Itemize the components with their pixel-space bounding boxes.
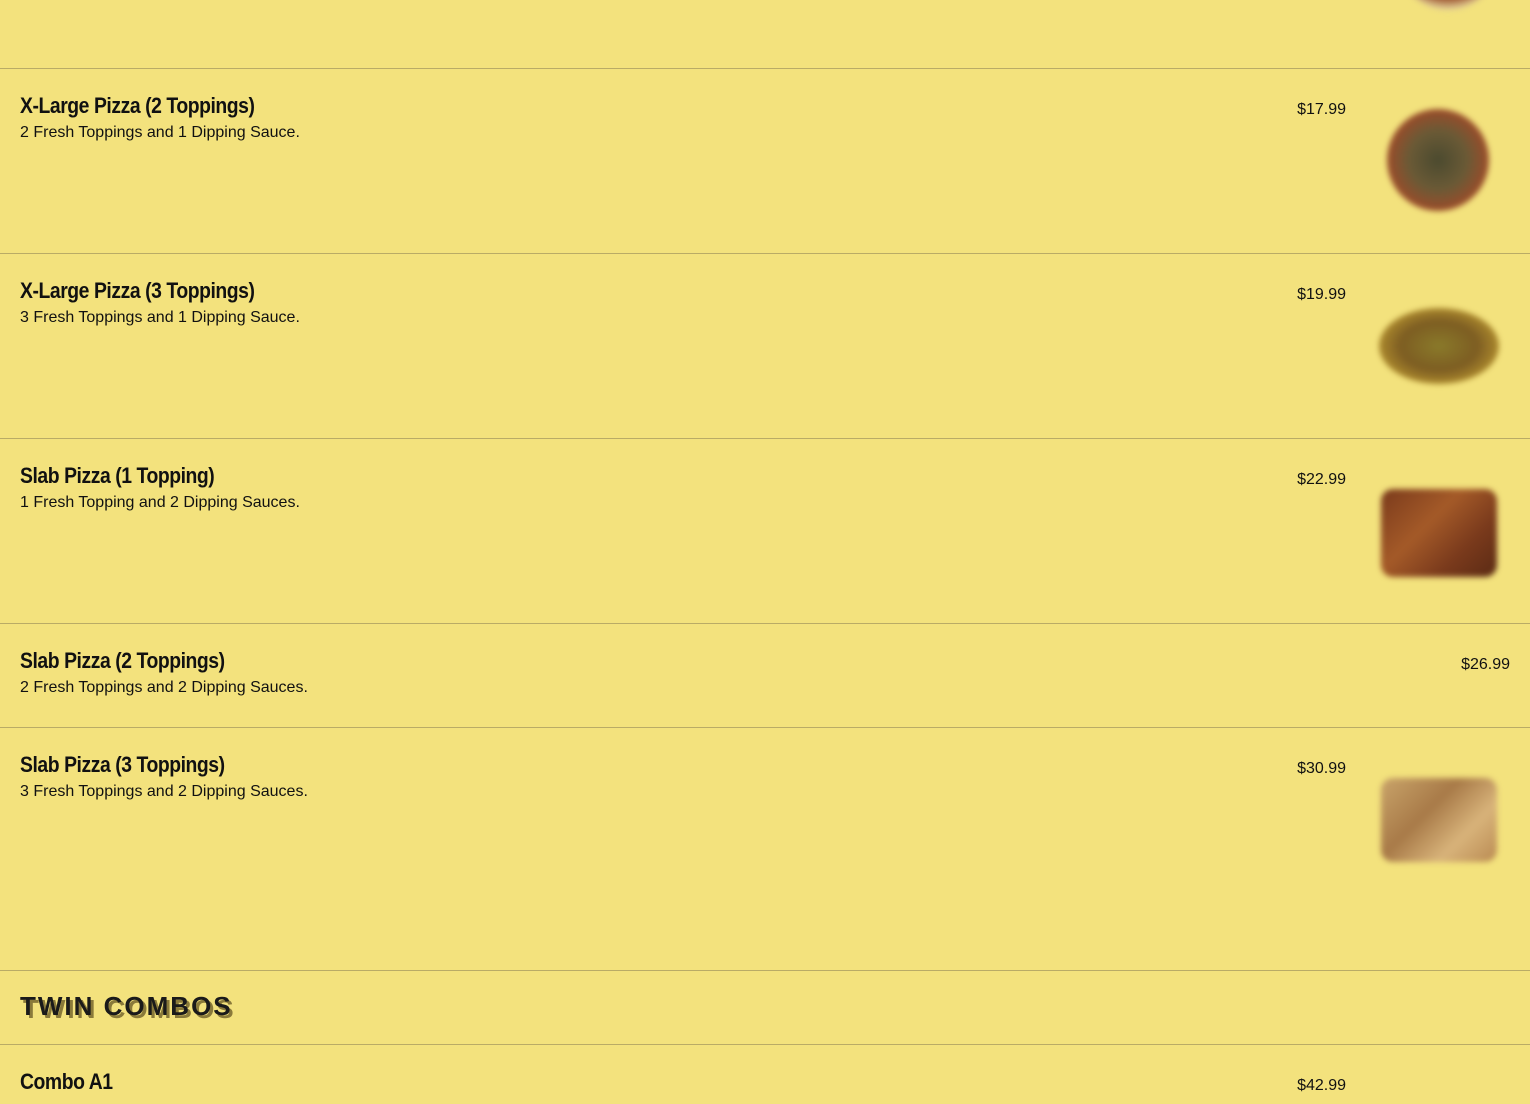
pizza-photo-partial [1373, 0, 1503, 10]
item-description: 2 Fresh Toppings and 2 Dipping Sauces. [20, 679, 308, 696]
item-price: $30.99 [1297, 760, 1346, 777]
round-pizza-photo [1373, 280, 1503, 410]
list-item[interactable]: Slab Pizza (3 Toppings) 3 Fresh Toppings… [0, 727, 1530, 970]
list-item[interactable]: X-Large Pizza (2 Toppings) 2 Fresh Toppi… [0, 68, 1530, 253]
slab-pizza-photo [1373, 754, 1503, 884]
item-title: X-Large Pizza (3 Toppings) [20, 278, 255, 303]
item-title: Combo A1 [20, 1069, 113, 1094]
item-title: Slab Pizza (2 Toppings) [20, 648, 225, 673]
item-description: 3 Fresh Toppings and 1 Dipping Sauce. [20, 309, 300, 326]
list-item[interactable]: Slab Pizza (2 Toppings) 2 Fresh Toppings… [0, 623, 1530, 727]
item-description: 2 Fresh Toppings and 1 Dipping Sauce. [20, 124, 300, 141]
section-header: TWIN COMBOS [0, 970, 1530, 1044]
slab-pizza-photo [1373, 465, 1503, 595]
item-description: 1 Fresh Topping and 2 Dipping Sauces. [20, 494, 300, 511]
item-description: 3 Fresh Toppings and 2 Dipping Sauces. [20, 783, 308, 800]
list-item[interactable]: Slab Pizza (1 Topping) 1 Fresh Topping a… [0, 438, 1530, 623]
item-price: $19.99 [1297, 286, 1346, 303]
item-price: $26.99 [1461, 656, 1510, 673]
round-pizza-photo [1373, 95, 1503, 225]
section-title: TWIN COMBOS [20, 991, 233, 1021]
list-item[interactable]: Combo A1 $42.99 [0, 1044, 1530, 1104]
item-price: $17.99 [1297, 101, 1346, 118]
item-price: $42.99 [1297, 1077, 1346, 1094]
item-title: Slab Pizza (3 Toppings) [20, 752, 225, 777]
item-title: X-Large Pizza (2 Toppings) [20, 93, 255, 118]
list-item[interactable]: X-Large Pizza (3 Toppings) 3 Fresh Toppi… [0, 253, 1530, 438]
item-price: $22.99 [1297, 471, 1346, 488]
item-title: Slab Pizza (1 Topping) [20, 463, 215, 488]
